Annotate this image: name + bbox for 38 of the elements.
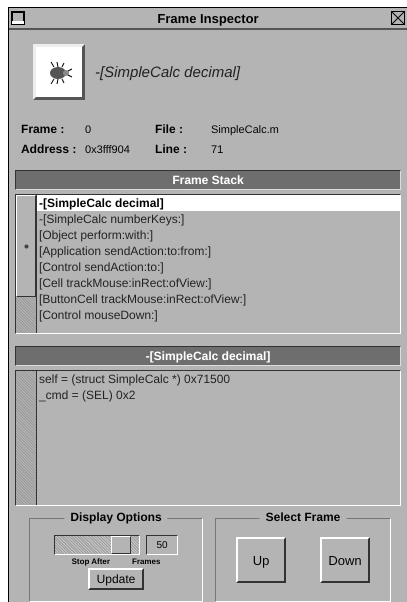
frame-stack-item[interactable]: [Object perform:with:] [37,227,400,243]
slider-label: Stop After [72,557,110,566]
frame-stack-item[interactable]: [Control sendAction:to:] [37,259,400,275]
frame-stack-item[interactable]: -[SimpleCalc decimal] [37,195,400,211]
minimize-button[interactable] [11,11,25,25]
variable-line: self = (struct SimpleCalc *) 0x71500 [38,371,232,387]
frames-field[interactable]: 50 [146,535,178,555]
frame-nav-button[interactable]: Up [236,537,286,583]
info-value: 0x3fff904 [85,144,131,156]
knob-icon [24,244,28,248]
frame-stack-item[interactable]: [Control mouseDown:] [37,307,400,323]
variables-header: -[SimpleCalc decimal] [15,346,401,366]
frames-label: Frames [132,557,160,566]
slider-thumb[interactable] [111,536,132,554]
variable-line: _cmd = (SEL) 0x2 [38,387,136,403]
info-value: 0 [85,124,92,136]
frame-stack-header: Frame Stack [15,170,401,190]
debugger-icon-button[interactable] [33,44,85,100]
group-title: Display Options [64,510,168,524]
method-name: -[SimpleCalc decimal] [95,64,240,80]
frame-stack-item[interactable]: -[SimpleCalc numberKeys:] [37,211,400,227]
scrollbar[interactable] [16,371,37,505]
info-value: 71 [210,144,224,156]
frame-stack-item[interactable]: [ButtonCell trackMouse:inRect:ofView:] [37,291,400,307]
frames-slider[interactable] [54,535,140,555]
window-title: Frame Inspector [157,10,259,26]
frame-nav-button[interactable]: Down [320,537,370,583]
scrollbar[interactable] [16,195,37,333]
frame-stack-item[interactable]: [Cell trackMouse:inRect:ofView:] [37,275,400,291]
info-label: Address : [21,142,78,156]
close-icon[interactable] [391,11,405,25]
update-button[interactable]: Update [88,568,144,590]
info-label: Frame : [21,122,66,136]
info-label: File : [155,122,184,136]
frame-stack-item[interactable]: [Application sendAction:to:from:] [37,243,400,259]
info-label: Line : [155,142,188,156]
group-title: Select Frame [260,510,346,524]
info-value: SimpleCalc.m [210,124,280,136]
